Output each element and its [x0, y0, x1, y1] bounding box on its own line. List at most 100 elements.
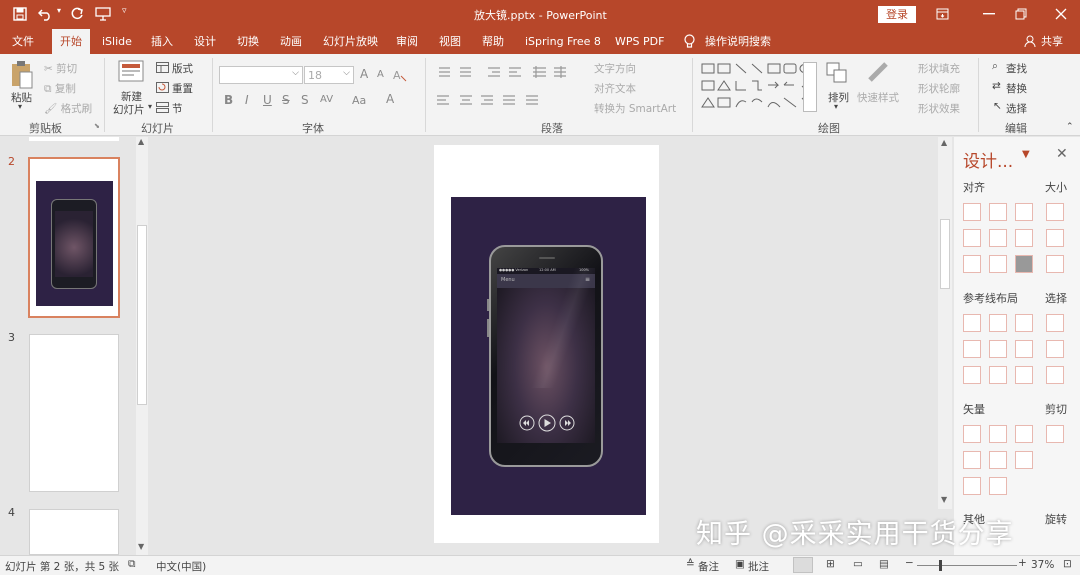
char-spacing-button[interactable]: AV — [320, 94, 333, 105]
redo-icon[interactable] — [70, 7, 84, 21]
thumbnail-scrollbar[interactable]: ▲ ▼ — [136, 137, 148, 555]
guide-button[interactable] — [989, 340, 1007, 358]
select-button[interactable] — [1046, 314, 1064, 332]
quick-styles-label[interactable]: 快速样式 — [857, 90, 899, 105]
shape-fill-button[interactable]: 形状填充 — [918, 61, 960, 76]
align-text-button[interactable]: 对齐文本 — [594, 81, 636, 96]
paste-dropdown-icon[interactable]: ▾ — [18, 102, 22, 111]
normal-view-button[interactable] — [793, 557, 813, 573]
shape-effects-button[interactable]: 形状效果 — [918, 101, 960, 116]
scroll-thumb[interactable] — [137, 225, 147, 405]
select-button[interactable]: 选择 — [1006, 101, 1027, 116]
strikethrough-button[interactable]: S — [282, 93, 290, 107]
align-left-button[interactable] — [963, 203, 981, 221]
change-case-button[interactable]: Aa — [352, 94, 366, 107]
tell-me-search[interactable]: 操作说明搜索 — [705, 29, 771, 54]
tab-home[interactable]: 开始 — [52, 29, 90, 54]
scroll-down-icon[interactable]: ▼ — [941, 495, 947, 504]
find-button[interactable]: 查找 — [1006, 61, 1027, 76]
slide-thumbnail-2[interactable] — [28, 157, 120, 318]
italic-button[interactable]: I — [245, 93, 249, 107]
paragraph-icons[interactable] — [436, 66, 586, 116]
layout-button[interactable]: 版式 — [172, 61, 193, 76]
customize-qat-icon[interactable]: ▿ — [122, 6, 127, 16]
guide-button[interactable] — [963, 366, 981, 384]
maximize-icon[interactable] — [1015, 8, 1027, 20]
close-icon[interactable] — [1055, 8, 1067, 20]
guide-button[interactable] — [1015, 366, 1033, 384]
zoom-level[interactable]: 37% — [1031, 559, 1054, 571]
login-button[interactable]: 登录 — [878, 6, 916, 23]
present-icon[interactable] — [95, 7, 111, 21]
slide-background-image[interactable]: ●●●●● Verizon 12:00 AM 100% Menu ≡ — [451, 197, 646, 515]
clear-format-icon[interactable]: A — [393, 68, 407, 82]
arrange-icon[interactable] — [826, 62, 848, 84]
undo-icon[interactable] — [38, 7, 54, 21]
tab-wps-pdf[interactable]: WPS PDF — [615, 29, 664, 54]
align-right-button[interactable] — [1015, 203, 1033, 221]
align-bottom-button[interactable] — [1015, 229, 1033, 247]
pane-close-icon[interactable]: ✕ — [1056, 146, 1068, 162]
save-icon[interactable] — [13, 7, 27, 21]
scroll-thumb[interactable] — [940, 219, 950, 289]
vector-button[interactable] — [1015, 425, 1033, 443]
size-button[interactable] — [1046, 203, 1064, 221]
guide-button[interactable] — [1015, 340, 1033, 358]
vector-button[interactable] — [963, 451, 981, 469]
tab-insert[interactable]: 插入 — [151, 29, 173, 54]
distribute-v-button[interactable] — [989, 255, 1007, 273]
select-button[interactable] — [1046, 366, 1064, 384]
scroll-down-icon[interactable]: ▼ — [138, 542, 144, 551]
pane-scrollbar[interactable]: ▲ ▼ — [938, 137, 952, 509]
share-button[interactable]: 共享 — [1041, 29, 1063, 54]
vector-button[interactable] — [963, 425, 981, 443]
guide-button[interactable] — [989, 366, 1007, 384]
slide-sorter-icon[interactable]: ⊞ — [826, 558, 835, 570]
vector-text-button[interactable] — [963, 477, 981, 495]
tab-islide[interactable]: iSlide — [102, 29, 132, 54]
align-center-v-button[interactable] — [989, 229, 1007, 247]
tab-help[interactable]: 帮助 — [482, 29, 504, 54]
font-size-combo[interactable]: 18 ⌵ — [304, 66, 354, 84]
size-button[interactable] — [1046, 229, 1064, 247]
grow-font-button[interactable]: A — [360, 67, 368, 81]
cut-button[interactable]: ✂ 剪切 — [44, 61, 77, 76]
quick-styles-icon[interactable] — [866, 62, 892, 84]
tab-slideshow[interactable]: 幻灯片放映 — [323, 29, 378, 54]
comments-button[interactable]: 批注 — [748, 559, 769, 574]
select-button[interactable] — [1046, 340, 1064, 358]
shapes-gallery[interactable] — [700, 62, 818, 112]
vector-button[interactable] — [1015, 451, 1033, 469]
reading-view-icon[interactable]: ▭ — [853, 558, 863, 570]
crop-button[interactable] — [1046, 425, 1064, 443]
vector-button[interactable] — [989, 451, 1007, 469]
notes-button[interactable]: 备注 — [698, 559, 719, 574]
text-direction-button[interactable]: 文字方向 — [594, 61, 636, 76]
tab-design[interactable]: 设计 — [194, 29, 216, 54]
new-slide-icon[interactable] — [118, 60, 144, 82]
tab-file[interactable]: 文件 — [12, 29, 34, 54]
new-slide-dropdown-icon[interactable]: ▾ — [148, 102, 152, 111]
zoom-slider-thumb[interactable] — [939, 560, 942, 571]
paste-icon[interactable] — [10, 60, 34, 90]
underline-button[interactable]: U — [263, 93, 272, 107]
shape-outline-button[interactable]: 形状轮廓 — [918, 81, 960, 96]
ribbon-display-icon[interactable] — [936, 8, 949, 20]
tab-review[interactable]: 审阅 — [396, 29, 418, 54]
align-center-h-button[interactable] — [963, 229, 981, 247]
dialog-launcher-icon[interactable]: ⬊ — [94, 122, 100, 130]
convert-smartart-button[interactable]: 转换为 SmartArt — [594, 101, 676, 116]
slide-canvas[interactable]: ●●●●● Verizon 12:00 AM 100% Menu ≡ — [434, 145, 659, 543]
spellcheck-icon[interactable]: ⧉ — [128, 558, 136, 571]
section-button[interactable]: 节 — [172, 101, 183, 116]
undo-dropdown-icon[interactable]: ▾ — [57, 6, 61, 15]
slideshow-icon[interactable]: ▤ — [879, 558, 889, 570]
fit-slide-icon[interactable]: ⊡ — [1063, 558, 1072, 570]
scroll-up-icon[interactable]: ▲ — [138, 137, 144, 146]
guide-button[interactable] — [1015, 314, 1033, 332]
guide-button[interactable] — [989, 314, 1007, 332]
tab-transitions[interactable]: 切换 — [237, 29, 259, 54]
reset-button[interactable]: 重置 — [172, 81, 193, 96]
language-indicator[interactable]: 中文(中国) — [156, 559, 206, 574]
align-pattern-button[interactable] — [1015, 255, 1033, 273]
